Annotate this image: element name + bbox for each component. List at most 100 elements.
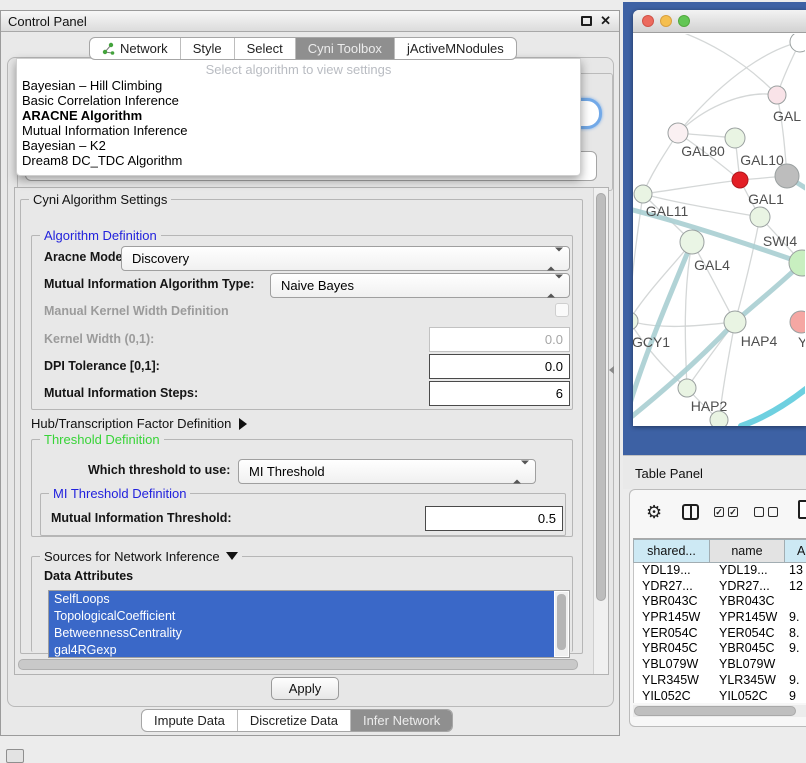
mi-threshold-field[interactable]: 0.5: [425, 506, 563, 531]
cell-shared-name[interactable]: YIL052C: [634, 689, 711, 704]
table-horizontal-scrollbar[interactable]: [633, 705, 806, 717]
cell-name[interactable]: YER054C: [711, 626, 786, 642]
network-node-hap4[interactable]: [724, 311, 746, 333]
list-scrollbar[interactable]: [555, 592, 568, 656]
float-window-icon[interactable]: [581, 16, 592, 26]
network-node-unlabeled[interactable]: [710, 411, 728, 426]
cell-value[interactable]: [786, 657, 806, 673]
tab-discretize-data[interactable]: Discretize Data: [238, 710, 351, 731]
cell-name[interactable]: YLR345W: [711, 673, 786, 689]
table-row[interactable]: YPR145W YPR145W 9.: [634, 610, 806, 626]
network-node-gcy1[interactable]: [633, 312, 638, 330]
table-row[interactable]: YLR345W YLR345W 9.: [634, 673, 806, 689]
table-horizontal-scrollbar-thumb[interactable]: [634, 706, 796, 716]
column-header-shared-name[interactable]: shared...: [633, 539, 710, 563]
network-node-gal11[interactable]: [634, 185, 652, 203]
table-row[interactable]: YDR27... YDR27... 12: [634, 579, 806, 595]
control-panel-titlebar[interactable]: Control Panel ✕: [1, 11, 619, 32]
dpi-tolerance-field[interactable]: 0.0: [429, 354, 570, 379]
table-row[interactable]: YBR043C YBR043C: [634, 594, 806, 610]
cell-shared-name[interactable]: YLR345W: [634, 673, 711, 689]
list-item-betweennesscentrality[interactable]: BetweennessCentrality: [49, 625, 554, 642]
cell-name[interactable]: YPR145W: [711, 610, 786, 626]
network-node-gal80[interactable]: [668, 123, 688, 143]
table-row[interactable]: YBL079W YBL079W: [634, 657, 806, 673]
popup-item-mutual-information[interactable]: Mutual Information Inference: [22, 123, 187, 138]
cell-value[interactable]: 9: [786, 689, 806, 704]
network-node-unlabeled[interactable]: [790, 34, 805, 52]
network-svg[interactable]: GALGAL80GAL10GAL1GAL11SWI4GAL4GCY1HAP4YH…: [633, 34, 805, 426]
cell-name[interactable]: YBL079W: [711, 657, 786, 673]
cell-name[interactable]: YIL052C: [711, 689, 786, 704]
tab-jactivemnodules[interactable]: jActiveMNodules: [395, 38, 516, 59]
cell-value[interactable]: [786, 594, 806, 610]
tab-style[interactable]: Style: [181, 38, 235, 59]
cell-shared-name[interactable]: YER054C: [634, 626, 711, 642]
popup-item-dream8[interactable]: Dream8 DC_TDC Algorithm: [22, 153, 182, 168]
which-threshold-combo[interactable]: MI Threshold: [238, 459, 536, 484]
popup-item-bayesian-hill-climbing[interactable]: Bayesian – Hill Climbing: [22, 78, 162, 93]
cell-name[interactable]: YBR045C: [711, 641, 786, 657]
table-row[interactable]: YER054C YER054C 8.: [634, 626, 806, 642]
cell-shared-name[interactable]: YBR045C: [634, 641, 711, 657]
zoom-traffic-light-icon[interactable]: [678, 15, 690, 27]
network-node-y[interactable]: [790, 311, 805, 333]
deselect-all-icon[interactable]: [768, 507, 778, 517]
cell-shared-name[interactable]: YBL079W: [634, 657, 711, 673]
tab-impute-data[interactable]: Impute Data: [142, 710, 238, 731]
table-row[interactable]: YBR045C YBR045C 9.: [634, 641, 806, 657]
cell-value[interactable]: 8.: [786, 626, 806, 642]
network-node-gal1[interactable]: [732, 172, 748, 188]
expand-right-icon[interactable]: [239, 418, 247, 430]
cell-value[interactable]: 9.: [786, 641, 806, 657]
cell-shared-name[interactable]: YDR27...: [634, 579, 711, 595]
close-traffic-light-icon[interactable]: [642, 15, 654, 27]
network-window-titlebar[interactable]: [633, 10, 806, 33]
cell-value[interactable]: 9.: [786, 610, 806, 626]
collapse-down-icon[interactable]: [226, 552, 238, 560]
minimized-panel-icon[interactable]: [6, 749, 24, 763]
gear-icon[interactable]: ⚙: [646, 502, 662, 522]
close-icon[interactable]: ✕: [600, 13, 611, 29]
cell-value[interactable]: 9.: [786, 673, 806, 689]
panel-divider-collapse-icon[interactable]: [609, 366, 614, 374]
network-node-hap2[interactable]: [678, 379, 696, 397]
cell-value[interactable]: 13: [786, 563, 806, 579]
popup-item-bayesian-k2[interactable]: Bayesian – K2: [22, 138, 106, 153]
minimize-traffic-light-icon[interactable]: [660, 15, 672, 27]
popup-item-aracne[interactable]: ARACNE Algorithm: [22, 108, 142, 123]
cell-shared-name[interactable]: YPR145W: [634, 610, 711, 626]
settings-horizontal-scrollbar[interactable]: [17, 658, 594, 671]
network-node-gal[interactable]: [768, 86, 786, 104]
cell-name[interactable]: YDR27...: [711, 579, 786, 595]
cell-shared-name[interactable]: YDL19...: [634, 563, 711, 579]
hub-definition-section[interactable]: Hub/Transcription Factor Definition: [31, 416, 247, 431]
list-item-topologicalcoefficient[interactable]: TopologicalCoefficient: [49, 608, 554, 625]
cell-name[interactable]: YDL19...: [711, 563, 786, 579]
aracne-mode-combo[interactable]: Discovery: [121, 246, 570, 271]
select-all-check-icon[interactable]: ✓: [728, 507, 738, 517]
tab-cyni-toolbox[interactable]: Cyni Toolbox: [296, 38, 395, 59]
settings-horizontal-scrollbar-thumb[interactable]: [18, 659, 578, 670]
table-row[interactable]: YIL052C YIL052C 9: [634, 689, 806, 704]
list-scrollbar-thumb[interactable]: [557, 594, 566, 650]
column-visibility-icon[interactable]: [682, 504, 699, 520]
popup-item-basic-correlation[interactable]: Basic Correlation Inference: [22, 93, 179, 108]
tab-select[interactable]: Select: [235, 38, 296, 59]
list-item-selfloops[interactable]: SelfLoops: [49, 591, 554, 608]
tab-infer-network[interactable]: Infer Network: [351, 710, 452, 731]
select-all-check-icon[interactable]: ✓: [714, 507, 724, 517]
column-header-name[interactable]: name: [710, 539, 785, 563]
deselect-all-icon[interactable]: [754, 507, 764, 517]
column-header-partial[interactable]: A: [785, 539, 806, 563]
cell-name[interactable]: YBR043C: [711, 594, 786, 610]
settings-vertical-scrollbar[interactable]: [593, 188, 608, 674]
cell-shared-name[interactable]: YBR043C: [634, 594, 711, 610]
list-item-gal4rgexp[interactable]: gal4RGexp: [49, 642, 554, 658]
table-row[interactable]: YDL19... YDL19... 13: [634, 563, 806, 579]
cell-value[interactable]: 12: [786, 579, 806, 595]
mi-type-combo[interactable]: Naive Bayes: [270, 273, 570, 298]
network-node-gal10[interactable]: [725, 128, 745, 148]
settings-vertical-scrollbar-thumb[interactable]: [596, 193, 606, 601]
tab-network[interactable]: Network: [90, 38, 181, 59]
